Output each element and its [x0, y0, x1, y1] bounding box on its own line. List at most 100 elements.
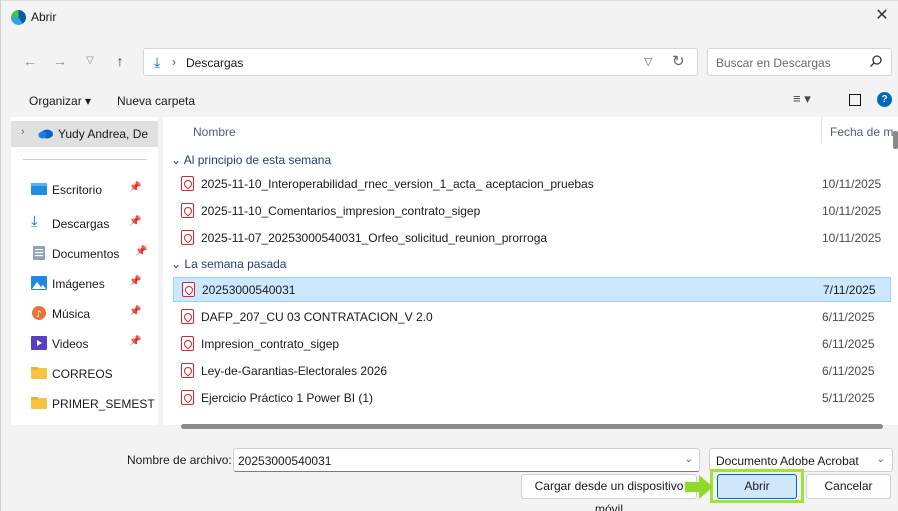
column-header-name[interactable]: Nombre — [193, 125, 236, 139]
pin-icon[interactable]: 📌 — [135, 246, 147, 257]
address-row: ← → ▽ ↑ ⤓ › Descargas ▽ ↻ Buscar en Desc… — [1, 44, 898, 78]
file-open-dialog: Abrir ✕ ← → ▽ ↑ ⤓ › Descargas ▽ ↻ Buscar… — [0, 0, 898, 511]
file-row[interactable]: Ejercicio Práctico 1 Power BI (1) 5/11/2… — [173, 386, 891, 411]
pdf-icon — [181, 230, 194, 245]
sidebar-item-imagenes[interactable]: Imágenes 📌 — [11, 271, 158, 297]
sidebar-item-onedrive[interactable]: › Yudy Andrea, De — [11, 121, 158, 147]
file-date: 10/11/2025 — [822, 177, 882, 191]
pin-icon[interactable]: 📌 — [129, 216, 141, 227]
pdf-icon — [182, 282, 195, 297]
file-date: 7/11/2025 — [823, 283, 876, 297]
filetype-value: Documento Adobe Acrobat — [716, 454, 859, 468]
dialog-title: Abrir — [31, 10, 57, 24]
file-row[interactable]: 2025-11-10_Interoperabilidad_rnec_versio… — [173, 172, 891, 197]
sidebar-item-escritorio[interactable]: Escritorio 📌 — [11, 177, 158, 203]
column-divider[interactable] — [821, 117, 822, 143]
upload-from-mobile-button[interactable]: Cargar desde un dispositivo móvil — [521, 474, 697, 511]
group-header[interactable]: ⌄ La semana pasada — [171, 257, 286, 277]
organize-button[interactable]: Organizar ▾ — [29, 94, 91, 108]
breadcrumb[interactable]: Descargas — [186, 56, 243, 70]
pdf-icon — [181, 336, 194, 351]
file-row[interactable]: 2025-11-10_Comentarios_impresion_contrat… — [173, 199, 891, 224]
chevron-down-icon[interactable]: ⌄ — [685, 454, 693, 465]
music-icon: ♪ — [32, 306, 46, 320]
file-row[interactable]: DAFP_207_CU 03 CONTRATACION_V 2.0 6/11/2… — [173, 305, 891, 330]
sidebar-item-primer-semestre[interactable]: PRIMER_SEMEST — [11, 391, 158, 417]
sidebar-item-videos[interactable]: Videos 📌 — [11, 331, 158, 357]
close-icon[interactable]: ✕ — [873, 7, 891, 25]
folder-icon — [31, 397, 47, 409]
new-folder-button[interactable]: Nueva carpeta — [117, 94, 195, 108]
pin-icon[interactable]: 📌 — [129, 336, 141, 347]
desktop-icon — [31, 183, 47, 195]
file-row[interactable]: Ley-de-Garantias-Electorales 2026 6/11/2… — [173, 359, 891, 384]
navigation-pane: › Yudy Andrea, De Escritorio 📌 ⤓ Descarg… — [11, 117, 158, 425]
filename-value: 20253000540031 — [238, 454, 332, 468]
chevron-down-icon[interactable]: ⌄ — [877, 454, 885, 465]
open-button[interactable]: Abrir — [717, 474, 797, 499]
file-date: 10/11/2025 — [822, 231, 882, 245]
file-row[interactable]: Impresion_contrato_sigep 6/11/2025 — [173, 332, 891, 357]
group-label: La semana pasada — [184, 257, 287, 271]
breadcrumb-chevron-icon[interactable]: › — [172, 55, 176, 69]
forward-icon[interactable]: → — [51, 52, 69, 70]
sidebar-item-label: Videos — [52, 337, 89, 351]
file-list-scrollbar[interactable] — [893, 131, 898, 149]
back-icon[interactable]: ← — [21, 52, 39, 70]
column-header-date[interactable]: Fecha de m — [830, 125, 893, 139]
search-input[interactable]: Buscar en Descargas — [707, 48, 892, 76]
sidebar-item-label: Imágenes — [52, 277, 105, 291]
folder-icon — [31, 367, 47, 379]
chevron-down-icon[interactable]: ▽ — [644, 55, 652, 68]
sidebar-item-descargas[interactable]: ⤓ Descargas 📌 — [11, 211, 158, 237]
toolbar: Organizar ▾ Nueva carpeta ≡ ▾ ? — [1, 88, 898, 114]
group-header[interactable]: ⌄ Al principio de esta semana — [171, 153, 331, 173]
file-name: 20253000540031 — [202, 283, 296, 297]
refresh-icon[interactable]: ↻ — [672, 52, 685, 70]
cloud-icon — [38, 129, 53, 139]
svg-text:♪: ♪ — [36, 310, 42, 320]
horizontal-scrollbar[interactable] — [181, 424, 883, 429]
file-row[interactable]: 2025-11-07_20253000540031_Orfeo_solicitu… — [173, 226, 891, 251]
pdf-icon — [181, 309, 194, 324]
file-date: 6/11/2025 — [822, 364, 875, 378]
address-bar[interactable]: ⤓ › Descargas ▽ ↻ — [143, 48, 698, 76]
sidebar-item-label: Música — [52, 307, 91, 321]
file-date: 6/11/2025 — [822, 337, 875, 351]
divider — [23, 159, 147, 160]
file-name: DAFP_207_CU 03 CONTRATACION_V 2.0 — [201, 310, 433, 324]
file-row-selected[interactable]: 20253000540031 7/11/2025 — [173, 277, 891, 302]
file-name: 2025-11-10_Interoperabilidad_rnec_versio… — [201, 177, 594, 191]
preview-pane-icon[interactable] — [849, 94, 861, 106]
up-icon[interactable]: ↑ — [111, 52, 129, 70]
pdf-icon — [181, 363, 194, 378]
sidebar-item-musica[interactable]: ♪ Música 📌 — [11, 301, 158, 327]
pin-icon[interactable]: 📌 — [129, 306, 141, 317]
file-name: Impresion_contrato_sigep — [201, 337, 340, 351]
file-name: 2025-11-10_Comentarios_impresion_contrat… — [201, 204, 481, 218]
search-placeholder: Buscar en Descargas — [716, 56, 831, 70]
cancel-button[interactable]: Cancelar — [806, 474, 891, 499]
view-options-icon[interactable]: ≡ ▾ — [793, 91, 811, 107]
filename-input[interactable]: 20253000540031 ⌄ — [233, 448, 700, 472]
title-bar: Abrir ✕ — [1, 0, 898, 32]
file-name: 2025-11-07_20253000540031_Orfeo_solicitu… — [201, 231, 548, 245]
chevron-right-icon[interactable]: › — [21, 126, 25, 138]
pdf-icon — [181, 203, 194, 218]
recent-locations-icon[interactable]: ▽ — [81, 52, 99, 70]
sidebar-item-label: PRIMER_SEMEST — [52, 397, 155, 411]
file-date: 6/11/2025 — [822, 310, 875, 324]
search-icon[interactable] — [869, 54, 883, 68]
sidebar-item-label: Documentos — [52, 247, 120, 261]
pin-icon[interactable]: 📌 — [129, 182, 141, 193]
pin-icon[interactable]: 📌 — [129, 276, 141, 287]
arrow-pointer-icon — [685, 475, 713, 499]
sidebar-item-correos[interactable]: CORREOS — [11, 361, 158, 387]
file-name: Ejercicio Práctico 1 Power BI (1) — [201, 391, 374, 405]
download-icon: ⤓ — [31, 213, 38, 230]
pdf-icon — [181, 390, 194, 405]
edge-icon — [11, 10, 26, 25]
help-icon[interactable]: ? — [877, 92, 892, 107]
sidebar-item-documentos[interactable]: Documentos 📌 — [11, 241, 158, 267]
download-icon: ⤓ — [154, 54, 161, 70]
